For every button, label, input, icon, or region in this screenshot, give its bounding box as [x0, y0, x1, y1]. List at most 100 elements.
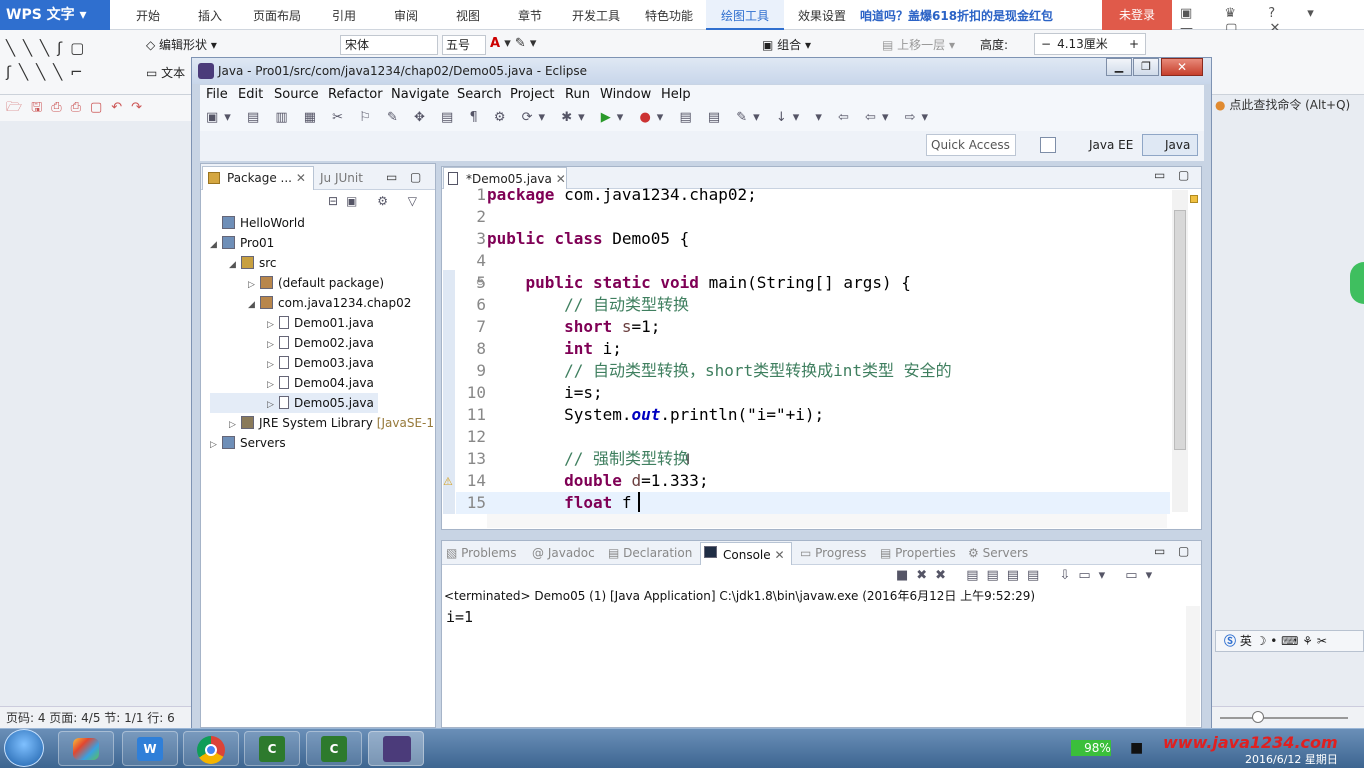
code-line[interactable] [487, 250, 1167, 272]
code-line[interactable] [487, 426, 1167, 448]
tree-item[interactable]: ▷ Demo01.java [210, 313, 434, 333]
expand-arrow-icon[interactable]: ▷ [248, 275, 260, 295]
collapse-arrow-icon[interactable]: ◢ [229, 255, 241, 275]
tree-item[interactable]: HelloWorld [210, 213, 434, 233]
bring-forward-button[interactable]: ▤ 上移一层 ▾ [882, 36, 972, 54]
tree-item[interactable]: ▷ Demo05.java [210, 393, 378, 413]
code-line[interactable]: double d=1.333; [487, 470, 1167, 492]
menu-help[interactable]: Help [661, 85, 691, 105]
close-tab-icon[interactable]: ✕ [296, 171, 306, 185]
menu-refactor[interactable]: Refactor [328, 85, 383, 105]
power-icon[interactable]: ■ [1130, 740, 1150, 756]
menu-edit[interactable]: Edit [238, 85, 263, 105]
wps-tab-review[interactable]: 审阅 [394, 0, 418, 30]
maximize-console-icon[interactable]: ▢ [1178, 544, 1189, 558]
wps-window-controls[interactable]: ▣ ♛ ? ▾ — ▢ ✕ [1180, 6, 1360, 36]
clock-date[interactable]: 2016/6/12 星期日 [1245, 751, 1355, 767]
side-widget[interactable] [1350, 262, 1364, 304]
maximize-editor-icon[interactable]: ▢ [1178, 168, 1189, 182]
overview-warning-marker[interactable] [1190, 195, 1198, 203]
wps-tab-drawing[interactable]: 绘图工具 [706, 0, 784, 30]
text-box-button[interactable]: ▭ 文本 [146, 64, 196, 82]
taskbar-wps[interactable]: W [122, 731, 178, 766]
font-family-select[interactable]: 宋体 [340, 35, 438, 55]
close-button[interactable]: ✕ [1161, 58, 1203, 76]
taskbar-chrome[interactable] [183, 731, 239, 766]
tab-problems[interactable]: ▧ Problems [446, 541, 516, 565]
expand-arrow-icon[interactable]: ▷ [267, 395, 279, 415]
tree-item[interactable]: ▷ Servers [210, 433, 434, 453]
menu-navigate[interactable]: Navigate [391, 85, 449, 105]
tab-javadoc[interactable]: @ Javadoc [532, 541, 595, 565]
code-line[interactable]: // 强制类型转换 [487, 448, 1167, 470]
tree-item[interactable]: ▷ Demo02.java [210, 333, 434, 353]
tree-item[interactable]: ▷ JRE System Library [JavaSE-1 [210, 413, 434, 433]
wps-tab-effects[interactable]: 效果设置 [798, 0, 846, 30]
wps-tab-dev[interactable]: 开发工具 [572, 0, 620, 30]
minimize-button[interactable]: ▁ [1106, 58, 1132, 76]
wps-tab-view[interactable]: 视图 [456, 0, 480, 30]
code-line[interactable]: public static void main(String[] args) { [487, 272, 1167, 294]
wps-tab-layout[interactable]: 页面布局 [253, 0, 301, 30]
expand-arrow-icon[interactable]: ▷ [229, 415, 241, 435]
wps-command-search[interactable]: ● 点此查找命令 (Alt+Q) [1215, 96, 1364, 118]
collapse-arrow-icon[interactable]: ◢ [210, 235, 222, 255]
tab-servers[interactable]: ⚙ Servers [968, 541, 1028, 565]
console-output[interactable]: i=1 [446, 608, 546, 628]
minimize-console-icon[interactable]: ▭ [1154, 544, 1165, 558]
ime-toolbar[interactable] [1285, 600, 1364, 620]
tree-item[interactable]: ▷ Demo04.java [210, 373, 434, 393]
menu-run[interactable]: Run [565, 85, 590, 105]
font-size-select[interactable]: 五号 [442, 35, 486, 55]
editor-scroll-thumb[interactable] [1174, 210, 1186, 450]
code-line[interactable]: short s=1; [487, 316, 1167, 338]
minimize-editor-icon[interactable]: ▭ [1154, 168, 1165, 182]
tab-progress[interactable]: ▭ Progress [800, 541, 866, 565]
menu-file[interactable]: File [206, 85, 228, 105]
tab-properties[interactable]: ▤ Properties [880, 541, 956, 565]
wps-tab-reference[interactable]: 引用 [332, 0, 356, 30]
console-vertical-scrollbar[interactable] [1186, 606, 1200, 726]
font-color-button[interactable]: A ▾ ✎ ▾ [490, 36, 550, 54]
wps-tab-features[interactable]: 特色功能 [645, 0, 693, 30]
code-line[interactable]: // 自动类型转换 [487, 294, 1167, 316]
open-perspective-icon[interactable] [1040, 137, 1056, 153]
taskbar-camtasia-1[interactable]: C [244, 731, 300, 766]
wps-tab-home[interactable]: 开始 [136, 0, 160, 30]
close-tab-icon[interactable]: ✕ [774, 548, 784, 562]
menu-search[interactable]: Search [457, 85, 502, 105]
height-stepper[interactable]: −4.13厘米 + [1034, 33, 1146, 55]
expand-arrow-icon[interactable]: ▷ [267, 315, 279, 335]
code-line[interactable]: // 自动类型转换，short类型转换成int类型 安全的 [487, 360, 1167, 382]
toolbar-icons[interactable]: ▣▾ ▤ ▥ ▦ ✂ ⚐ ✎ ✥ ▤ ¶ ⚙ ⟳▾ ✱▾ ▶▾ ●▾ ▤ ▤ ✎… [206, 110, 946, 128]
console-toolbar[interactable]: ■✖✖ ▤▤▤▤ ⇩▭▾ ▭▾ [896, 568, 1196, 586]
shape-line-gallery[interactable]: ╲╲╲ʃ▢ ʃ╲╲╲⌐ [6, 36, 126, 86]
collapse-arrow-icon[interactable]: ◢ [248, 295, 260, 315]
expand-arrow-icon[interactable]: ▷ [267, 375, 279, 395]
zoom-slider-thumb[interactable] [1252, 711, 1264, 723]
taskbar-camtasia-2[interactable]: C [306, 731, 362, 766]
start-button[interactable] [4, 729, 44, 767]
code-line[interactable]: int i; [487, 338, 1167, 360]
maximize-button[interactable]: ❐ [1133, 58, 1159, 76]
code-area[interactable]: package com.java1234.chap02; public class… [487, 184, 1167, 514]
expand-arrow-icon[interactable]: ▷ [210, 435, 222, 455]
expand-arrow-icon[interactable]: ▷ [267, 355, 279, 375]
battery-indicator[interactable]: 98% [1070, 739, 1125, 757]
wps-promo-text[interactable]: 咱道吗？盖爆618折扣的是现金红包 [860, 0, 1060, 30]
wps-login-button[interactable]: 未登录 [1102, 0, 1172, 30]
code-line[interactable]: public class Demo05 { [487, 228, 1167, 250]
wps-tab-chapter[interactable]: 章节 [518, 0, 542, 30]
wps-quick-access-bar[interactable]: 🗁🖫⎙⎙▢↶↷ [0, 95, 195, 121]
code-line[interactable]: package com.java1234.chap02; [487, 184, 1167, 206]
taskbar-app-1[interactable] [58, 731, 114, 766]
quick-access-input[interactable]: Quick Access [926, 134, 1016, 156]
tree-item[interactable]: ▷ (default package) [210, 273, 434, 293]
tree-item[interactable]: ◢ src [210, 253, 434, 273]
tab-junit[interactable]: Ju JUnit [320, 166, 380, 190]
code-line[interactable] [487, 206, 1167, 228]
ime-status-bar[interactable]: Ⓢ 英 ☽ • ⌨ ⚘ ✂ [1215, 630, 1364, 652]
perspective-java-ee[interactable]: Java EE [1067, 134, 1139, 156]
maximize-view-icon[interactable]: ▢ [410, 170, 421, 184]
taskbar-eclipse[interactable] [368, 731, 424, 766]
